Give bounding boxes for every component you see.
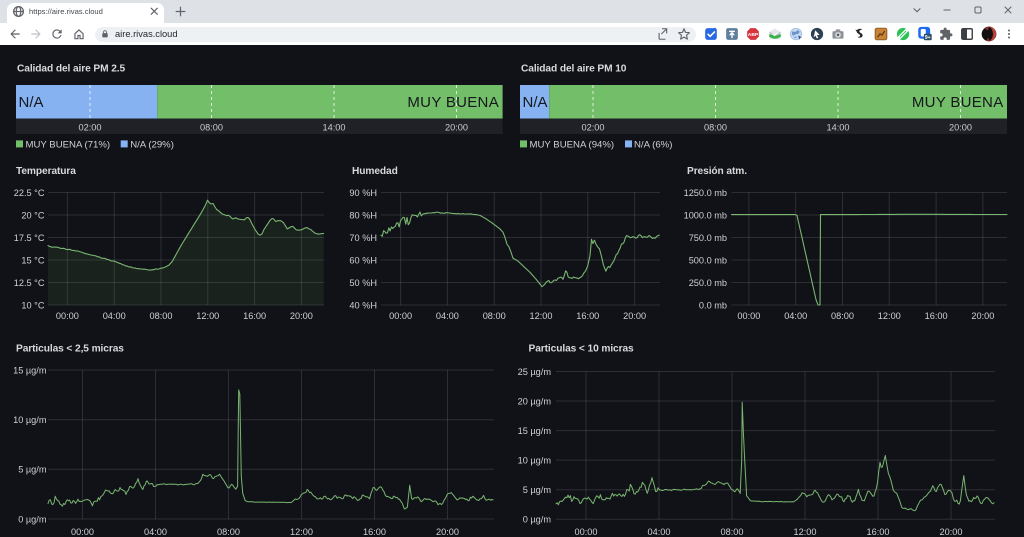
svg-text:Temperatura: Temperatura [16, 166, 76, 177]
svg-text:00:00: 00:00 [71, 527, 94, 537]
svg-text:5 µg/m: 5 µg/m [18, 465, 47, 475]
svg-text:08:00: 08:00 [217, 527, 240, 537]
svg-text:Particulas < 2,5 micras: Particulas < 2,5 micras [16, 343, 124, 354]
svg-text:MUY BUENA: MUY BUENA [912, 94, 1004, 111]
svg-text:08:00: 08:00 [704, 123, 727, 133]
svg-text:14:00: 14:00 [323, 123, 346, 133]
svg-text:20:00: 20:00 [949, 123, 972, 133]
svg-text:50 %H: 50 %H [349, 278, 377, 288]
svg-text:00:00: 00:00 [389, 311, 412, 321]
svg-text:750.0 mb: 750.0 mb [689, 233, 727, 243]
svg-text:12.5 °C: 12.5 °C [14, 278, 45, 288]
svg-text:70 %H: 70 %H [349, 233, 377, 243]
svg-text:MUY BUENA (94%): MUY BUENA (94%) [530, 139, 615, 150]
svg-text:Calidad del aire PM 2.5: Calidad del aire PM 2.5 [17, 64, 126, 75]
svg-text:20:00: 20:00 [445, 123, 468, 133]
svg-text:16:00: 16:00 [867, 527, 890, 537]
svg-text:Presión atm.: Presión atm. [687, 166, 747, 177]
svg-text:15 µg/m: 15 µg/m [518, 426, 552, 436]
svg-text:N/A: N/A [19, 94, 44, 111]
svg-text:12:00: 12:00 [878, 311, 901, 321]
svg-text:08:00: 08:00 [200, 123, 223, 133]
svg-text:1250.0 mb: 1250.0 mb [684, 188, 727, 198]
svg-text:22.5 °C: 22.5 °C [14, 188, 45, 198]
svg-text:17.5 °C: 17.5 °C [14, 233, 45, 243]
svg-text:00:00: 00:00 [575, 527, 598, 537]
svg-text:N/A (29%): N/A (29%) [130, 139, 174, 150]
svg-text:04:00: 04:00 [144, 527, 167, 537]
svg-text:20:00: 20:00 [436, 527, 459, 537]
svg-text:10 µg/m: 10 µg/m [13, 415, 47, 425]
svg-text:5 µg/m: 5 µg/m [523, 485, 552, 495]
svg-text:0 µg/m: 0 µg/m [523, 515, 552, 525]
svg-text:10 µg/m: 10 µg/m [518, 455, 552, 465]
svg-text:15 °C: 15 °C [21, 255, 44, 265]
svg-text:04:00: 04:00 [784, 311, 807, 321]
svg-text:04:00: 04:00 [436, 311, 459, 321]
svg-text:12:00: 12:00 [196, 311, 219, 321]
svg-text:40 %H: 40 %H [349, 300, 377, 310]
svg-text:0.0 mb: 0.0 mb [699, 300, 727, 310]
svg-text:250.0 mb: 250.0 mb [689, 278, 727, 288]
svg-text:MUY BUENA (71%): MUY BUENA (71%) [26, 139, 111, 150]
svg-text:00:00: 00:00 [56, 311, 79, 321]
svg-text:16:00: 16:00 [925, 311, 948, 321]
svg-text:N/A: N/A [523, 94, 548, 111]
svg-text:9+: 9+ [925, 35, 931, 41]
svg-text:60 %H: 60 %H [349, 255, 377, 265]
svg-text:08:00: 08:00 [150, 311, 173, 321]
svg-text:Humedad: Humedad [352, 166, 398, 177]
svg-text:12:00: 12:00 [794, 527, 817, 537]
svg-text:MUY BUENA: MUY BUENA [407, 94, 499, 111]
svg-text:10 °C: 10 °C [21, 300, 44, 310]
svg-text:20 °C: 20 °C [21, 210, 44, 220]
svg-text:02:00: 02:00 [79, 123, 102, 133]
svg-text:20:00: 20:00 [623, 311, 646, 321]
svg-text:20:00: 20:00 [940, 527, 963, 537]
svg-text:12:00: 12:00 [290, 527, 313, 537]
svg-text:80 %H: 80 %H [349, 210, 377, 220]
svg-text:Calidad del aire PM 10: Calidad del aire PM 10 [521, 64, 627, 75]
svg-text:08:00: 08:00 [831, 311, 854, 321]
svg-text:20:00: 20:00 [971, 311, 994, 321]
svg-text:20:00: 20:00 [290, 311, 313, 321]
svg-text:0 µg/m: 0 µg/m [18, 514, 47, 524]
svg-text:14:00: 14:00 [827, 123, 850, 133]
svg-text:90 %H: 90 %H [349, 188, 377, 198]
svg-text:00:00: 00:00 [737, 311, 760, 321]
svg-text:12:00: 12:00 [530, 311, 553, 321]
svg-text:15 µg/m: 15 µg/m [13, 365, 47, 375]
svg-text:25 µg/m: 25 µg/m [518, 367, 552, 377]
svg-text:N/A (6%): N/A (6%) [634, 139, 672, 150]
svg-text:20 µg/m: 20 µg/m [518, 396, 552, 406]
svg-text:08:00: 08:00 [483, 311, 506, 321]
svg-text:1000.0 mb: 1000.0 mb [684, 210, 727, 220]
svg-text:16:00: 16:00 [576, 311, 599, 321]
svg-text:04:00: 04:00 [103, 311, 126, 321]
svg-text:04:00: 04:00 [648, 527, 671, 537]
svg-text:Particulas < 10 micras: Particulas < 10 micras [529, 343, 635, 354]
svg-text:16:00: 16:00 [363, 527, 386, 537]
svg-text:500.0 mb: 500.0 mb [689, 255, 727, 265]
svg-text:16:00: 16:00 [243, 311, 266, 321]
svg-text:ABP: ABP [748, 32, 759, 38]
svg-text:08:00: 08:00 [721, 527, 744, 537]
svg-text:02:00: 02:00 [582, 123, 605, 133]
